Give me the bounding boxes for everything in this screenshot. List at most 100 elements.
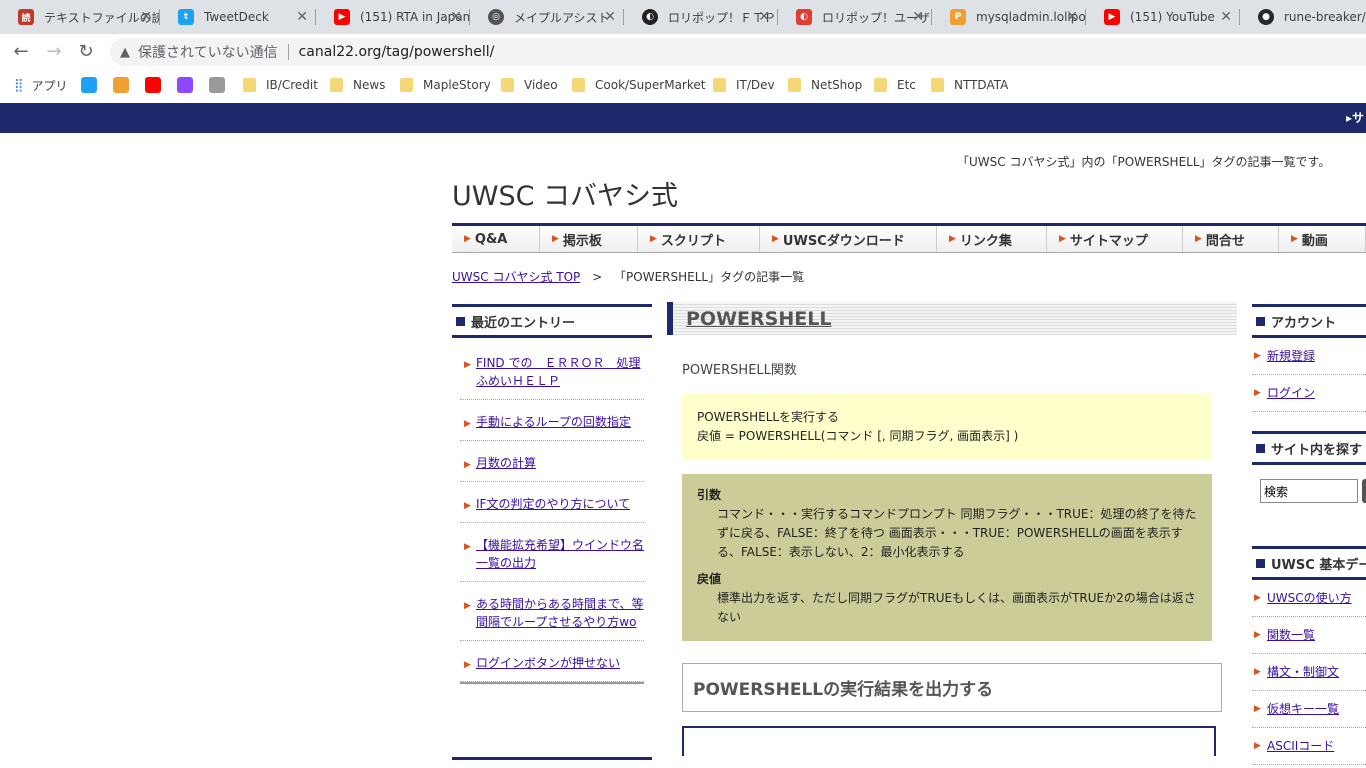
browser-tab[interactable]: ▶ (151) YouTube ✕ <box>1086 0 1240 34</box>
entry-link[interactable]: IF文の判定のやり方について <box>476 497 630 511</box>
register-link[interactable]: 新規登録 <box>1267 349 1315 363</box>
apps-grid-icon: ⣿ <box>14 77 24 93</box>
bookmark-folder[interactable]: NetShop <box>788 76 862 94</box>
nav-item-sitemap[interactable]: ▶ サイトマップ <box>1047 226 1183 252</box>
browser-tab[interactable]: t TweetDeck ✕ <box>160 0 316 34</box>
bookmark-folder[interactable]: IT/Dev <box>713 76 775 94</box>
youtube-icon: ▶ <box>334 9 350 25</box>
close-icon[interactable]: ✕ <box>450 9 462 25</box>
article-subtitle: POWERSHELL関数 <box>682 363 797 378</box>
nav-item-video[interactable]: ▶ 動画 <box>1279 226 1366 252</box>
app-bookmark[interactable] <box>113 76 129 94</box>
reload-icon[interactable]: ↻ <box>75 41 97 63</box>
back-arrow-icon[interactable]: ← <box>10 41 32 63</box>
bookmark-folder[interactable]: Video <box>501 76 558 94</box>
apps-bookmark[interactable]: ⣿ アプリ <box>14 76 68 94</box>
basics-link[interactable]: UWSCの使い方 <box>1267 591 1352 605</box>
triangle-icon: ▶ <box>1254 630 1261 640</box>
site-top-band: ▸サ <box>0 103 1366 133</box>
triangle-icon: ▶ <box>464 419 471 429</box>
entry-link[interactable]: FIND での ＥＲＲＯＲ 処理ふめいＨＥＬＰ <box>476 356 640 388</box>
site-description: 「UWSC コバヤシ式」内の「POWERSHELL」タグの記事一覧です。 <box>957 155 1331 169</box>
browser-tab[interactable]: 読 テキストファイルの読 ✕ <box>0 0 160 34</box>
close-icon[interactable]: ✕ <box>758 9 770 25</box>
nav-item-bbs[interactable]: ▶ 掲示板 <box>540 226 638 252</box>
triangle-icon: ▶ <box>464 660 471 670</box>
browser-tab[interactable]: ◐ ロリポップ！ユーザー ✕ <box>778 0 932 34</box>
image-bookmark[interactable] <box>209 76 225 94</box>
bookmark-folder[interactable]: News <box>330 76 385 94</box>
close-icon[interactable]: ✕ <box>912 9 924 25</box>
recent-entries-heading: 最近のエントリー <box>452 304 652 338</box>
nav-item-script[interactable]: ▶ スクリプト <box>638 226 760 252</box>
tab-strip: 読 テキストファイルの読 ✕ t TweetDeck ✕ ▶ (151) RTA… <box>0 0 1366 34</box>
warning-icon[interactable]: ▲ <box>120 45 130 60</box>
url-text[interactable]: canal22.org/tag/powershell/ <box>299 44 495 60</box>
browser-tab[interactable]: ◐ ロリポップ！ＦＴＰ ✕ <box>624 0 778 34</box>
basics-link[interactable]: 構文・制御文 <box>1267 665 1339 679</box>
list-item: ▶ 手動によるループの回数指定 <box>460 409 644 441</box>
breadcrumb-home-link[interactable]: UWSC コバヤシ式 TOP <box>452 270 580 284</box>
close-icon[interactable]: ✕ <box>1066 9 1078 25</box>
entry-link[interactable]: ある時間からある時間まで、等間隔でループさせるやり方wo <box>476 597 644 629</box>
browser-tab[interactable]: ▶ (151) RTA in Japan ✕ <box>316 0 470 34</box>
folder-icon <box>572 78 585 92</box>
nav-item-download[interactable]: ▶ UWSCダウンロード <box>760 226 937 252</box>
forward-arrow-icon[interactable]: → <box>43 41 65 63</box>
close-icon[interactable]: ✕ <box>140 9 152 25</box>
bookmark-folder[interactable]: IB/Credit <box>243 76 318 94</box>
site-search-heading: サイト内を探す <box>1252 431 1366 465</box>
triangle-icon: ▶ <box>464 460 471 470</box>
image-icon <box>209 77 225 93</box>
triangle-icon: ▶ <box>464 501 471 511</box>
search-button[interactable] <box>1362 479 1366 503</box>
close-icon[interactable]: ✕ <box>604 9 616 25</box>
list-item: ▶ 仮想キー一覧 <box>1252 691 1366 728</box>
bookmark-folder[interactable]: Cook/SuperMarket <box>572 76 705 94</box>
triangle-icon: ▶ <box>1254 667 1261 677</box>
entry-link[interactable]: 手動によるループの回数指定 <box>476 415 631 429</box>
twitter-bookmark[interactable] <box>81 76 97 94</box>
article-title-link[interactable]: POWERSHELL <box>686 308 831 330</box>
browser-toolbar: ← → ↻ ▲ 保護されていない通信 canal22.org/tag/power… <box>0 34 1366 70</box>
login-link[interactable]: ログイン <box>1267 386 1315 400</box>
bookmark-folder[interactable]: MapleStory <box>400 76 491 94</box>
nav-item-qa[interactable]: ▶ Q&A <box>452 226 540 252</box>
browser-tab[interactable]: ● rune-breaker/RE <box>1240 0 1366 34</box>
chevron-right-icon[interactable]: ▸サ <box>1346 109 1364 126</box>
list-item: ▶ ログイン <box>1252 375 1366 412</box>
youtube-bookmark[interactable] <box>145 76 161 94</box>
nav-item-links[interactable]: ▶ リンク集 <box>937 226 1047 252</box>
basics-link[interactable]: 関数一覧 <box>1267 628 1315 642</box>
basics-link[interactable]: ASCIIコード <box>1267 739 1334 753</box>
triangle-icon: ▶ <box>1291 234 1298 244</box>
entry-link[interactable]: ログインボタンが押せない <box>476 656 620 670</box>
entry-link[interactable]: 【機能拡充希望】ウインドウ名一覧の出力 <box>476 538 644 570</box>
site-title[interactable]: UWSC コバヤシ式 <box>452 174 678 213</box>
folder-icon <box>788 78 801 92</box>
folder-icon <box>330 78 343 92</box>
basics-heading: UWSC 基本データ <box>1252 546 1366 580</box>
address-bar[interactable]: ▲ 保護されていない通信 canal22.org/tag/powershell/ <box>110 38 1366 66</box>
folder-icon <box>400 78 413 92</box>
search-input[interactable] <box>1260 479 1358 503</box>
square-bullet-icon <box>456 316 465 326</box>
bookmark-folder[interactable]: Etc <box>874 76 916 94</box>
basics-link[interactable]: 仮想キー一覧 <box>1267 702 1339 716</box>
nav-item-contact[interactable]: ▶ 問合せ <box>1183 226 1279 252</box>
code-box <box>682 726 1216 756</box>
bookmark-folder[interactable]: NTTDATA <box>931 76 1008 94</box>
twitch-icon <box>177 77 193 93</box>
phpmyadmin-icon: P <box>950 9 966 25</box>
return-label: 戻値 <box>697 572 722 586</box>
folder-icon <box>243 78 256 92</box>
entry-link[interactable]: 月数の計算 <box>476 456 536 470</box>
close-icon[interactable]: ✕ <box>296 9 308 25</box>
insecure-label[interactable]: 保護されていない通信 <box>138 42 278 62</box>
bookmarks-bar: ⣿ アプリ IB/Credit News MapleStory Video Co… <box>0 70 1366 100</box>
browser-tab[interactable]: ◎ メイプルアシスト ✕ <box>470 0 624 34</box>
folder-icon <box>874 78 887 92</box>
browser-tab[interactable]: P mysqladmin.lolipo ✕ <box>932 0 1086 34</box>
close-icon[interactable]: ✕ <box>1220 9 1232 25</box>
twitch-bookmark[interactable] <box>177 76 193 94</box>
